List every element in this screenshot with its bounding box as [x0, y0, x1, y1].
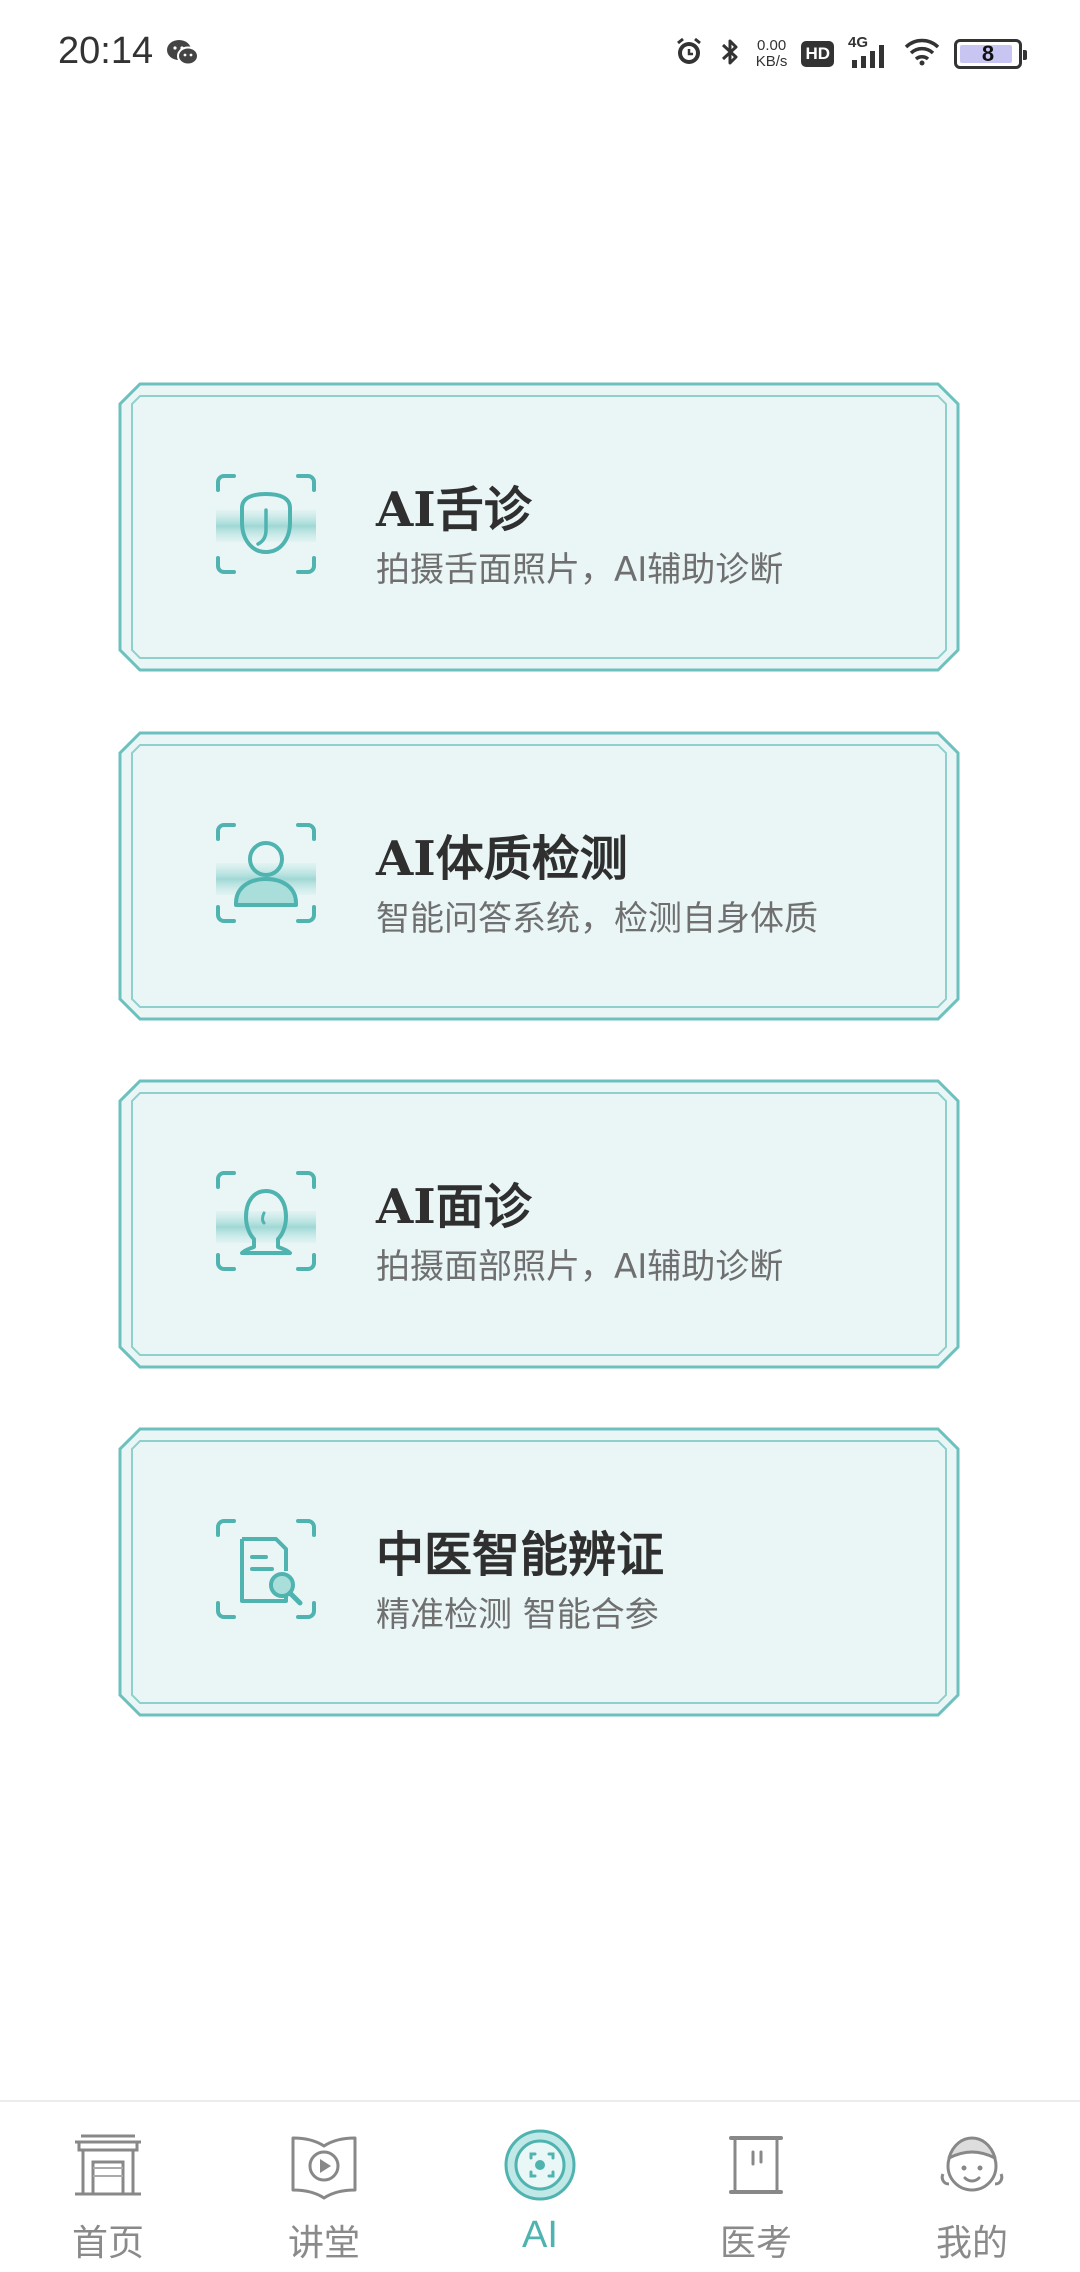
document-search-icon [212, 1515, 320, 1623]
card-ai-face-diagnosis[interactable]: AI面诊 拍摄面部照片，AI辅助诊断 [118, 1079, 960, 1369]
nav-item-lecture[interactable]: 讲堂 [216, 2102, 432, 2272]
card-ai-constitution-test[interactable]: AI体质检测 智能问答系统，检测自身体质 [118, 731, 960, 1021]
card-title: AI面诊 [376, 1179, 532, 1235]
nav-label: 医考 [719, 2223, 792, 2264]
card-title: 中医智能辨证 [376, 1527, 665, 1583]
wifi-icon [904, 38, 940, 70]
wechat-icon [166, 38, 200, 72]
bottom-nav: 首页 讲堂 AI 医考 我的 [0, 2100, 1080, 2272]
video-book-icon [291, 2136, 357, 2200]
card-subtitle: 智能问答系统，检测自身体质 [376, 899, 818, 939]
battery-level: 8 [981, 41, 995, 66]
face-scan-icon [212, 1167, 320, 1275]
signal-icon: 4G [848, 34, 890, 70]
status-time: 20:14 [58, 30, 154, 72]
person-scan-icon [212, 819, 320, 927]
card-tcm-smart-differentiation[interactable]: 中医智能辨证 精准检测 智能合参 [118, 1427, 960, 1717]
net-speed: 0.00 KB/s [756, 38, 788, 70]
card-ai-tongue-diagnosis[interactable]: AI舌诊 拍摄舌面照片，AI辅助诊断 [118, 382, 960, 672]
nav-label: 讲堂 [287, 2223, 360, 2264]
card-title: AI体质检测 [376, 831, 628, 887]
card-title: AI舌诊 [376, 482, 532, 538]
nav-label: AI [522, 2214, 558, 2256]
card-subtitle: 拍摄面部照片，AI辅助诊断 [376, 1247, 784, 1287]
home-gate-icon [75, 2134, 141, 2196]
net-speed-value: 0.00 [756, 37, 787, 54]
net-speed-unit: KB/s [755, 53, 788, 70]
battery-icon: 8 [954, 39, 1027, 69]
nav-item-exam[interactable]: 医考 [648, 2102, 864, 2272]
ai-orb-icon [504, 2129, 576, 2201]
scroll-icon [729, 2136, 783, 2194]
card-subtitle: 精准检测 智能合参 [376, 1595, 659, 1635]
status-bar: 20:14 0.00 KB/s HD 4G 8 [0, 0, 1080, 112]
nav-label: 我的 [935, 2223, 1008, 2264]
alarm-icon [674, 37, 704, 71]
bluetooth-icon [718, 36, 742, 72]
card-subtitle: 拍摄舌面照片，AI辅助诊断 [376, 550, 784, 590]
hd-icon: HD [801, 41, 834, 67]
tongue-scan-icon [212, 470, 320, 578]
nav-label: 首页 [71, 2223, 144, 2264]
nav-item-mine[interactable]: 我的 [864, 2102, 1080, 2272]
doctor-avatar-icon [940, 2136, 1004, 2192]
nav-item-ai[interactable]: AI [432, 2102, 648, 2272]
nav-item-home[interactable]: 首页 [0, 2102, 216, 2272]
